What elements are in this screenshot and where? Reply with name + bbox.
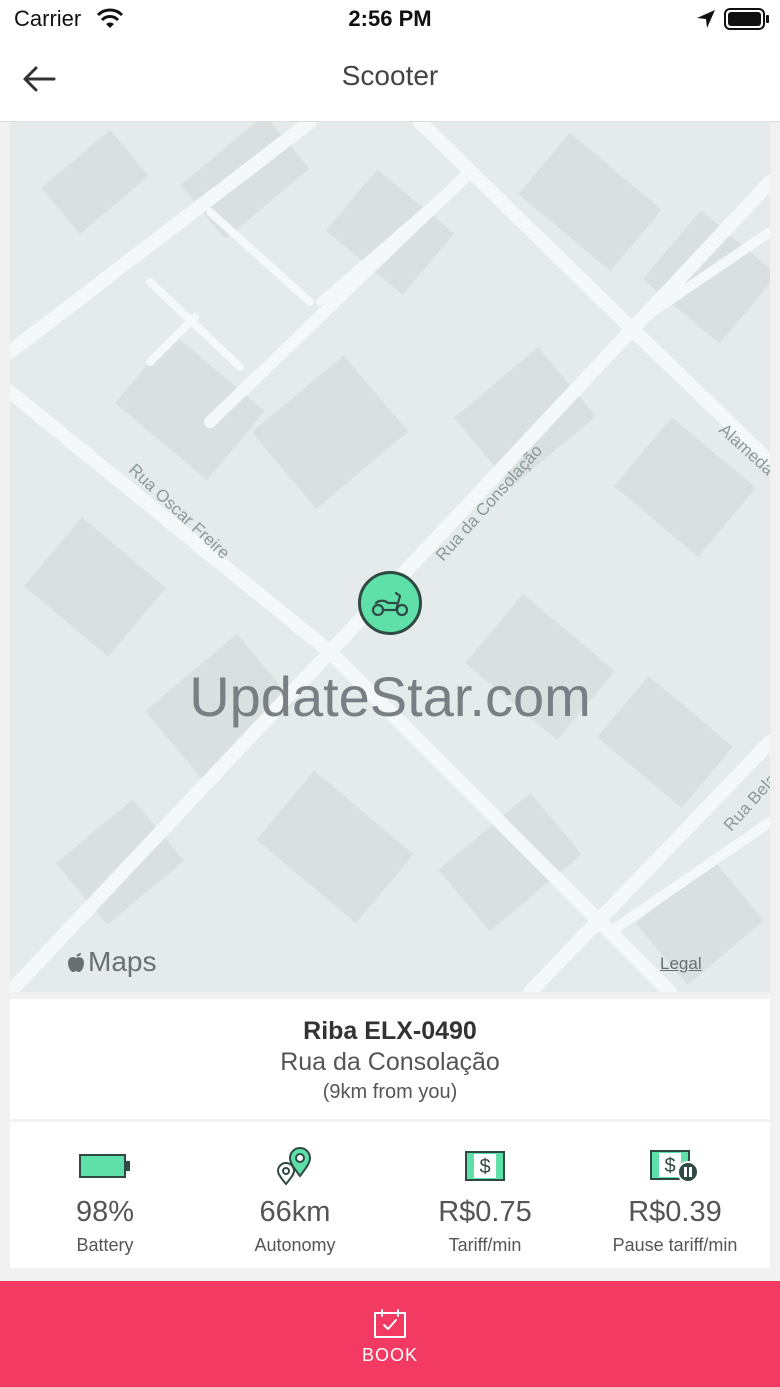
vehicle-distance: (9km from you) <box>322 1081 458 1103</box>
autonomy-value: 66km <box>259 1196 331 1228</box>
scooter-map-pin[interactable] <box>358 571 422 635</box>
apple-icon <box>68 953 84 972</box>
stat-tariff: $ R$0.75 Tariff/min <box>390 1122 580 1268</box>
battery-icon <box>79 1154 130 1178</box>
autonomy-label: Autonomy <box>254 1235 336 1255</box>
stat-battery: 98% Battery <box>10 1122 200 1268</box>
tariff-label: Tariff/min <box>448 1235 522 1255</box>
tariff-value: R$0.75 <box>438 1196 532 1228</box>
svg-text:$: $ <box>664 1155 675 1177</box>
battery-value: 98% <box>75 1196 135 1228</box>
status-time: 2:56 PM <box>348 6 432 31</box>
vehicle-info-card: Riba ELX-0490 Rua da Consolação (9km fro… <box>10 999 770 1119</box>
nav-bar: Scooter <box>0 40 780 122</box>
stat-pause-tariff: $ R$0.39 Pause tariff/min <box>580 1122 770 1268</box>
map-view[interactable]: Rua Oscar Freire Rua da Consolação Alame… <box>10 122 770 992</box>
maps-label: Maps <box>88 946 157 977</box>
battery-status-icon <box>724 8 769 30</box>
location-arrow-icon <box>697 10 715 28</box>
battery-label: Battery <box>76 1235 134 1255</box>
book-button[interactable]: BOOK <box>0 1281 780 1387</box>
pause-tariff-value: R$0.39 <box>628 1196 722 1228</box>
legal-link[interactable]: Legal <box>660 954 702 974</box>
stat-autonomy: 66km Autonomy <box>200 1122 390 1268</box>
vehicle-name: Riba ELX-0490 <box>303 1017 477 1045</box>
page-title: Scooter <box>341 60 439 91</box>
money-icon: $ <box>465 1151 505 1181</box>
money-pause-icon: $ <box>650 1150 699 1183</box>
route-pin-icon <box>276 1147 312 1186</box>
scooter-icon <box>371 591 409 617</box>
maps-logo: Maps <box>66 946 156 978</box>
calendar-check-icon <box>374 1309 406 1338</box>
pause-tariff-label: Pause tariff/min <box>612 1235 738 1255</box>
vehicle-street: Rua da Consolação <box>280 1048 500 1076</box>
svg-text:$: $ <box>479 1156 490 1178</box>
vehicle-stats: 98% Battery 66km Autonomy $ R$0.75 Tarif… <box>10 1122 770 1268</box>
status-bar: Carrier 2:56 PM <box>0 0 780 40</box>
map-background <box>10 122 770 992</box>
book-label: BOOK <box>361 1345 418 1365</box>
watermark-text: UpdateStar.com <box>189 665 591 728</box>
